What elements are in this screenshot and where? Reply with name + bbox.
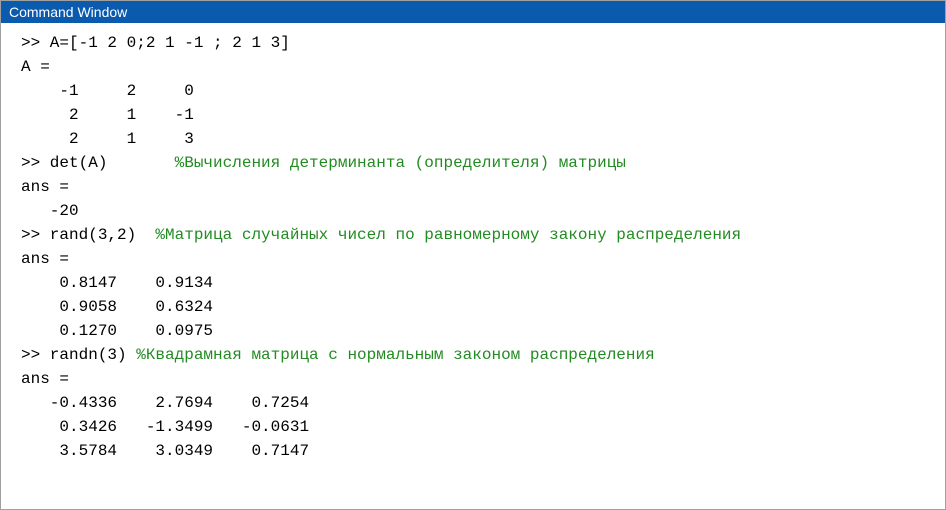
command-window-content[interactable]: >> A=[-1 2 0;2 1 -1 ; 2 1 3] A = -1 2 0 2…	[1, 23, 945, 471]
line-text: >> det(A)	[21, 154, 175, 172]
output-line: -20	[21, 199, 945, 223]
output-line: 0.1270 0.0975	[21, 319, 945, 343]
output-line: 3.5784 3.0349 0.7147	[21, 439, 945, 463]
line-text: 0.3426 -1.3499 -0.0631	[21, 418, 309, 436]
output-line: 2 1 -1	[21, 103, 945, 127]
line-text: 2 1 3	[21, 130, 194, 148]
line-text: A =	[21, 58, 50, 76]
output-line: ans =	[21, 367, 945, 391]
line-text: -20	[21, 202, 79, 220]
output-line: 0.3426 -1.3499 -0.0631	[21, 415, 945, 439]
output-line: 0.8147 0.9134	[21, 271, 945, 295]
output-line: ans =	[21, 247, 945, 271]
window-title: Command Window	[9, 4, 127, 20]
line-text: 0.1270 0.0975	[21, 322, 213, 340]
line-comment: %Матрица случайных чисел по равномерному…	[155, 226, 741, 244]
output-line: ans =	[21, 175, 945, 199]
output-line: A =	[21, 55, 945, 79]
line-text: 0.9058 0.6324	[21, 298, 213, 316]
line-text: -0.4336 2.7694 0.7254	[21, 394, 309, 412]
line-text: ans =	[21, 178, 69, 196]
line-text: >> A=[-1 2 0;2 1 -1 ; 2 1 3]	[21, 34, 290, 52]
output-line: -0.4336 2.7694 0.7254	[21, 391, 945, 415]
line-text: >> randn(3)	[21, 346, 136, 364]
line-text: >> rand(3,2)	[21, 226, 155, 244]
output-line: -1 2 0	[21, 79, 945, 103]
output-line: >> A=[-1 2 0;2 1 -1 ; 2 1 3]	[21, 31, 945, 55]
line-text: 3.5784 3.0349 0.7147	[21, 442, 309, 460]
line-text: 2 1 -1	[21, 106, 194, 124]
output-line: >> det(A) %Вычисления детерминанта (опре…	[21, 151, 945, 175]
line-comment: %Квадрамная матрица с нормальным законом…	[136, 346, 654, 364]
output-line: 0.9058 0.6324	[21, 295, 945, 319]
output-line: >> rand(3,2) %Матрица случайных чисел по…	[21, 223, 945, 247]
window-title-bar: Command Window	[1, 1, 945, 23]
output-line: 2 1 3	[21, 127, 945, 151]
line-comment: %Вычисления детерминанта (определителя) …	[175, 154, 626, 172]
line-text: ans =	[21, 370, 69, 388]
output-line: >> randn(3) %Квадрамная матрица с нормал…	[21, 343, 945, 367]
line-text: -1 2 0	[21, 82, 194, 100]
line-text: 0.8147 0.9134	[21, 274, 213, 292]
line-text: ans =	[21, 250, 69, 268]
